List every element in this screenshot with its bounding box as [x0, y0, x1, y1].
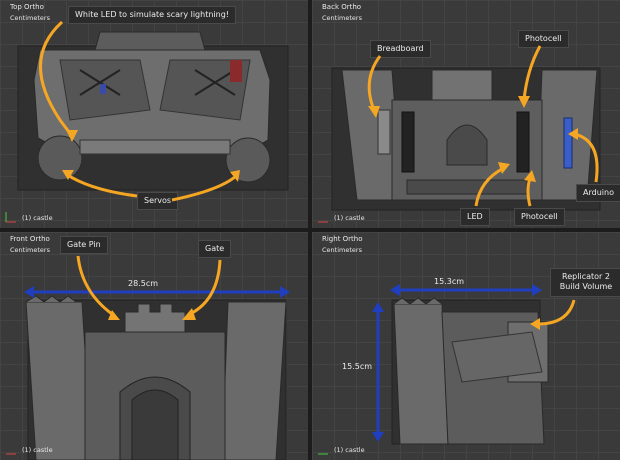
callout-arrows — [367, 45, 599, 207]
dimension-and-callout-arrows — [24, 255, 290, 320]
viewport-front-ortho[interactable]: Front Ortho Centimeters (1) castle Gate … — [0, 232, 308, 460]
viewport-top-ortho[interactable]: Top Ortho Centimeters (1) castle White L… — [0, 0, 308, 228]
viewport-back-ortho[interactable]: Back Ortho Centimeters (1) castle Breadb… — [312, 0, 620, 228]
dimension-and-callout-arrows — [372, 284, 576, 442]
viewport-right-ortho[interactable]: Right Ortho Centimeters (1) castle Repli… — [312, 232, 620, 460]
callout-arrows — [39, 20, 240, 202]
